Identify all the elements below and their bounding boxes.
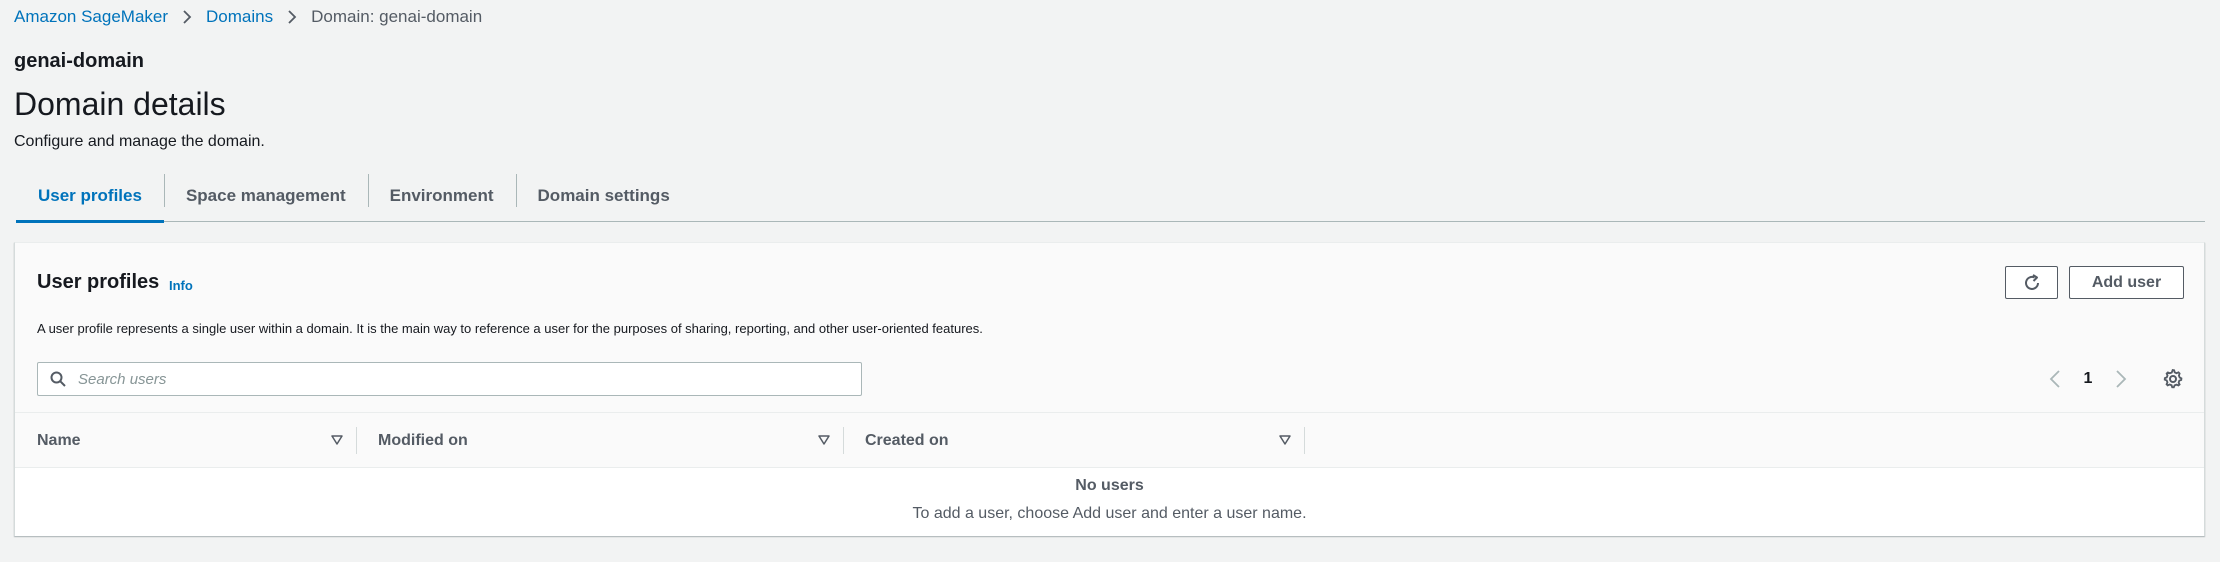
page-title: Domain details <box>14 86 226 122</box>
tab-domain-settings[interactable]: Domain settings <box>515 171 692 221</box>
sort-icon[interactable] <box>818 435 830 445</box>
page-number[interactable]: 1 <box>2067 370 2109 388</box>
chevron-right-icon[interactable] <box>2109 370 2133 388</box>
column-header-modified-on[interactable]: Modified on <box>378 413 468 468</box>
info-link[interactable]: Info <box>169 278 193 293</box>
chevron-right-icon <box>182 10 192 24</box>
refresh-icon <box>2022 273 2042 293</box>
page-description: Configure and manage the domain. <box>14 133 265 150</box>
column-divider[interactable] <box>356 427 357 454</box>
refresh-button[interactable] <box>2005 266 2058 299</box>
breadcrumb-domains[interactable]: Domains <box>206 7 273 27</box>
empty-state-description: To add a user, choose Add user and enter… <box>912 505 1307 522</box>
breadcrumb: Amazon SageMaker Domains Domain: genai-d… <box>14 6 482 28</box>
table-body: No users To add a user, choose Add user … <box>15 468 2204 536</box>
column-header-created-on[interactable]: Created on <box>865 413 949 468</box>
breadcrumb-current: Domain: genai-domain <box>311 7 483 26</box>
search-icon <box>50 371 66 387</box>
column-header-label: Name <box>37 431 81 449</box>
domain-name: genai-domain <box>14 50 145 72</box>
search-field <box>37 362 862 396</box>
column-divider[interactable] <box>843 427 844 454</box>
breadcrumb-sagemaker[interactable]: Amazon SageMaker <box>14 7 168 27</box>
add-user-button[interactable]: Add user <box>2069 266 2184 299</box>
panel-description: A user profile represents a single user … <box>37 321 983 336</box>
tab-space-management[interactable]: Space management <box>163 171 368 221</box>
tab-environment[interactable]: Environment <box>367 171 516 221</box>
column-divider[interactable] <box>1304 427 1305 454</box>
table-header: Name Modified on Created on <box>15 412 2204 468</box>
chevron-right-icon <box>287 10 297 24</box>
column-header-label: Modified on <box>378 431 468 449</box>
sort-icon[interactable] <box>1279 435 1291 445</box>
sort-icon[interactable] <box>331 435 343 445</box>
empty-state-title: No users <box>1075 477 1144 494</box>
tab-bar: User profiles Space management Environme… <box>16 171 2205 223</box>
tab-user-profiles[interactable]: User profiles <box>16 171 164 223</box>
column-header-name[interactable]: Name <box>37 413 81 468</box>
pagination: 1 <box>2043 361 2133 397</box>
column-header-label: Created on <box>865 431 949 449</box>
gear-icon[interactable] <box>2162 368 2184 390</box>
page: Amazon SageMaker Domains Domain: genai-d… <box>0 0 2220 562</box>
search-input[interactable] <box>78 370 838 388</box>
panel-title: User profiles <box>37 271 160 293</box>
chevron-left-icon[interactable] <box>2043 370 2067 388</box>
user-profiles-panel: User profiles Info A user profile repres… <box>14 242 2205 536</box>
